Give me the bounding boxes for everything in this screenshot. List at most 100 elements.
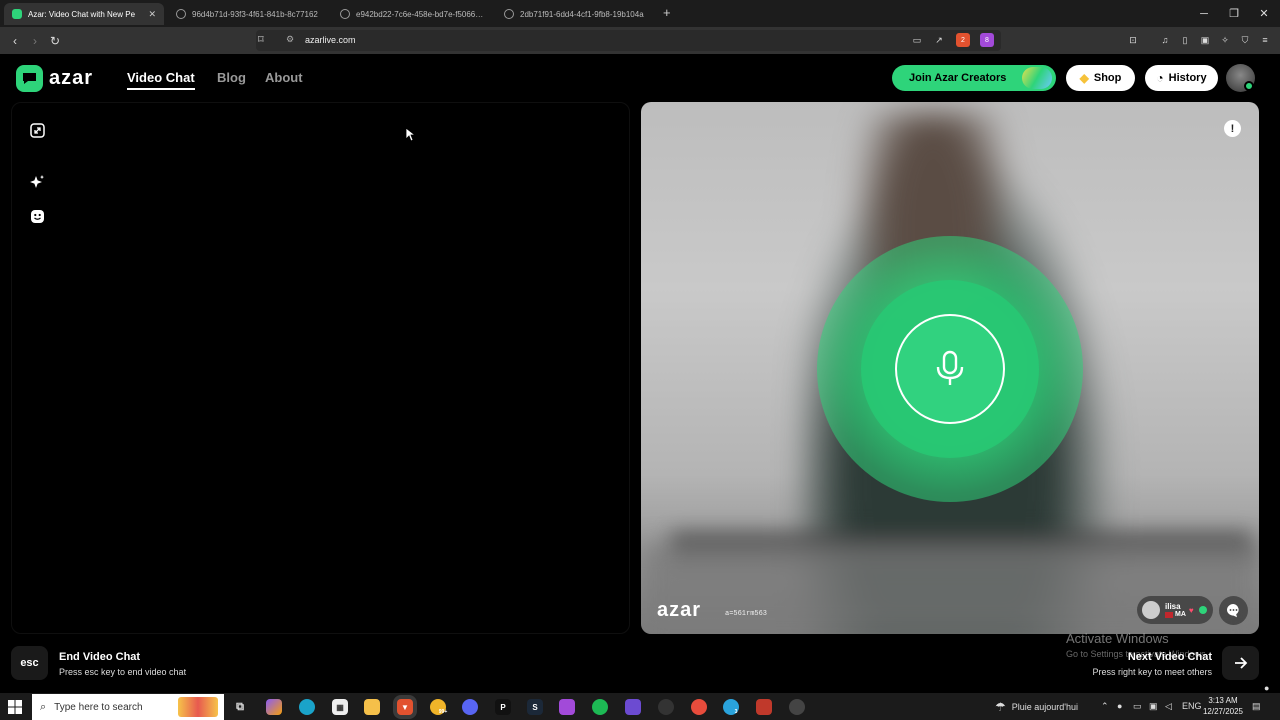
leo-ai-icon[interactable]: ✧ [1218, 33, 1232, 47]
gem-icon: ◆ [1079, 71, 1089, 85]
chat-bubble-icon [1227, 604, 1239, 618]
media-player-icon[interactable] [691, 699, 707, 715]
arrow-right-icon [1234, 657, 1247, 669]
reload-icon[interactable]: ↻ [46, 32, 64, 50]
brave-shields-icon[interactable]: 2 [956, 33, 970, 47]
restore-icon[interactable]: ❐ [1218, 0, 1250, 27]
peer-info-badge[interactable]: ilisa MA ♥ [1137, 596, 1213, 624]
clock-icon: ◔ [1156, 71, 1164, 85]
azar-watermark-logo: azar [657, 599, 702, 621]
mouse-cursor-icon [405, 127, 417, 147]
clock-date: 12/27/2025 [1202, 707, 1244, 716]
discord-icon[interactable] [462, 699, 478, 715]
clock-time: 3:13 AM [1208, 696, 1238, 705]
windows-start-icon[interactable] [8, 700, 22, 714]
network-icon[interactable]: ▣ [1149, 701, 1158, 712]
history-button[interactable]: ◔ History [1145, 65, 1218, 91]
chrome-icon[interactable]: 99+ [430, 699, 448, 715]
taskbar-clock[interactable]: 3:13 AM 12/27/2025 [1200, 695, 1246, 717]
tab-4[interactable]: 2db71f91-6dd4-4cf1-9fb8-19b104a [496, 3, 656, 25]
join-creators-button[interactable]: Join Azar Creators [892, 65, 1056, 91]
telegram-badge: 3 [734, 709, 738, 715]
media-icon[interactable]: ♫ [1158, 33, 1172, 47]
globe-icon [504, 9, 514, 19]
face-filter-icon[interactable] [29, 208, 46, 225]
cast-icon[interactable]: ▭ [910, 33, 924, 47]
telegram-icon[interactable]: 3 [723, 699, 739, 715]
azar-logo-icon [16, 65, 43, 92]
esc-key-button[interactable]: esc [11, 646, 48, 680]
site-info-icon[interactable]: ⚙ [286, 34, 294, 45]
search-placeholder: Type here to search [54, 701, 143, 713]
app-icon-3[interactable] [789, 699, 805, 715]
tray-chevron-icon[interactable]: ⌃ [1101, 701, 1109, 712]
end-video-chat-hint: Press esc key to end video chat [59, 667, 187, 677]
share-icon[interactable]: ↗ [932, 33, 946, 47]
microphone-button[interactable] [895, 314, 1005, 424]
store-icon[interactable]: ▦ [332, 699, 348, 715]
next-arrow-button[interactable] [1222, 646, 1259, 680]
copilot-icon[interactable] [266, 699, 282, 715]
vpn-icon[interactable]: ⛉ [1238, 33, 1252, 47]
new-tab-button[interactable]: + [663, 5, 671, 20]
app-icon[interactable] [559, 699, 575, 715]
gender-icon [1198, 606, 1207, 614]
minimize-icon[interactable]: ─ [1188, 0, 1220, 27]
url-text[interactable]: azarlive.com [305, 35, 356, 45]
spotify-icon[interactable] [592, 699, 608, 715]
chrome-badge: 99+ [438, 709, 448, 715]
sidebar-icon[interactable]: ▯ [1178, 33, 1192, 47]
address-bar[interactable] [256, 30, 1001, 51]
tray-mic-icon[interactable]: ● [1117, 701, 1122, 711]
taskbar-search-box[interactable]: ⌕ Type here to search [32, 694, 224, 720]
nav-blog[interactable]: Blog [217, 70, 246, 85]
end-video-chat-title[interactable]: End Video Chat [59, 651, 140, 663]
shop-label: Shop [1093, 72, 1122, 84]
tab-azar[interactable]: Azar: Video Chat with New Pe ✕ [4, 3, 164, 25]
app-icon-2[interactable] [756, 699, 772, 715]
tab-3[interactable]: e942bd22-7c6e-458e-bd7e-f5066d1 [332, 3, 492, 25]
tray-display-icon[interactable]: ▭ [1133, 701, 1142, 712]
bookmark-icon[interactable]: ⌑ [258, 33, 264, 46]
azar-favicon-icon [12, 9, 22, 19]
shop-button[interactable]: ◆ Shop [1066, 65, 1135, 91]
weather-text: Pluie aujourd'hui [1011, 702, 1079, 712]
close-tab-icon[interactable]: ✕ [148, 9, 156, 20]
globe-icon [176, 9, 186, 19]
steam-icon[interactable]: S [527, 699, 543, 715]
microphone-icon [936, 350, 964, 385]
online-status-dot [1244, 81, 1254, 91]
notification-icon[interactable]: ▤ [1252, 701, 1261, 712]
wallet-icon[interactable]: ▣ [1198, 33, 1212, 47]
next-video-chat-title[interactable]: Next Video Chat [1000, 651, 1212, 663]
rain-cloud-icon: ☂ [995, 700, 1006, 714]
forward-icon[interactable]: › [26, 32, 44, 50]
terminal-icon[interactable]: P [495, 699, 511, 715]
back-icon[interactable]: ‹ [6, 32, 24, 50]
brave-taskbar-icon[interactable]: ▼ [397, 699, 413, 715]
effects-sparkle-icon[interactable] [29, 174, 46, 191]
nav-video-chat[interactable]: Video Chat [127, 70, 195, 85]
menu-icon[interactable]: ≡ [1258, 33, 1272, 47]
globe-icon [340, 9, 350, 19]
chat-button[interactable] [1219, 596, 1248, 625]
instagram-icon[interactable] [625, 699, 641, 715]
resize-icon[interactable] [29, 122, 46, 139]
language-indicator[interactable]: ENG [1182, 701, 1202, 711]
task-view-icon[interactable]: ⧉ [232, 699, 248, 715]
nav-about[interactable]: About [265, 70, 303, 85]
weather-widget[interactable]: ☂ Pluie aujourd'hui [995, 700, 1078, 714]
peer-name: ilisa [1165, 602, 1181, 611]
rewards-icon[interactable]: 8 [980, 33, 994, 47]
volume-icon[interactable]: ◁ [1165, 701, 1172, 712]
obs-icon[interactable] [658, 699, 674, 715]
screenshot-icon[interactable]: ⊡ [1126, 33, 1140, 47]
close-window-icon[interactable]: ✕ [1248, 0, 1280, 27]
azar-logo[interactable]: azar [16, 65, 93, 92]
file-explorer-icon[interactable] [364, 699, 380, 715]
tab-title: e942bd22-7c6e-458e-bd7e-f5066d1 [356, 9, 484, 19]
peer-country-row: MA [1165, 611, 1186, 618]
edge-icon[interactable] [299, 699, 315, 715]
report-shield-icon[interactable]: ! [1224, 120, 1241, 137]
tab-2[interactable]: 96d4b71d-93f3-4f61-841b-8c77162 [168, 3, 328, 25]
